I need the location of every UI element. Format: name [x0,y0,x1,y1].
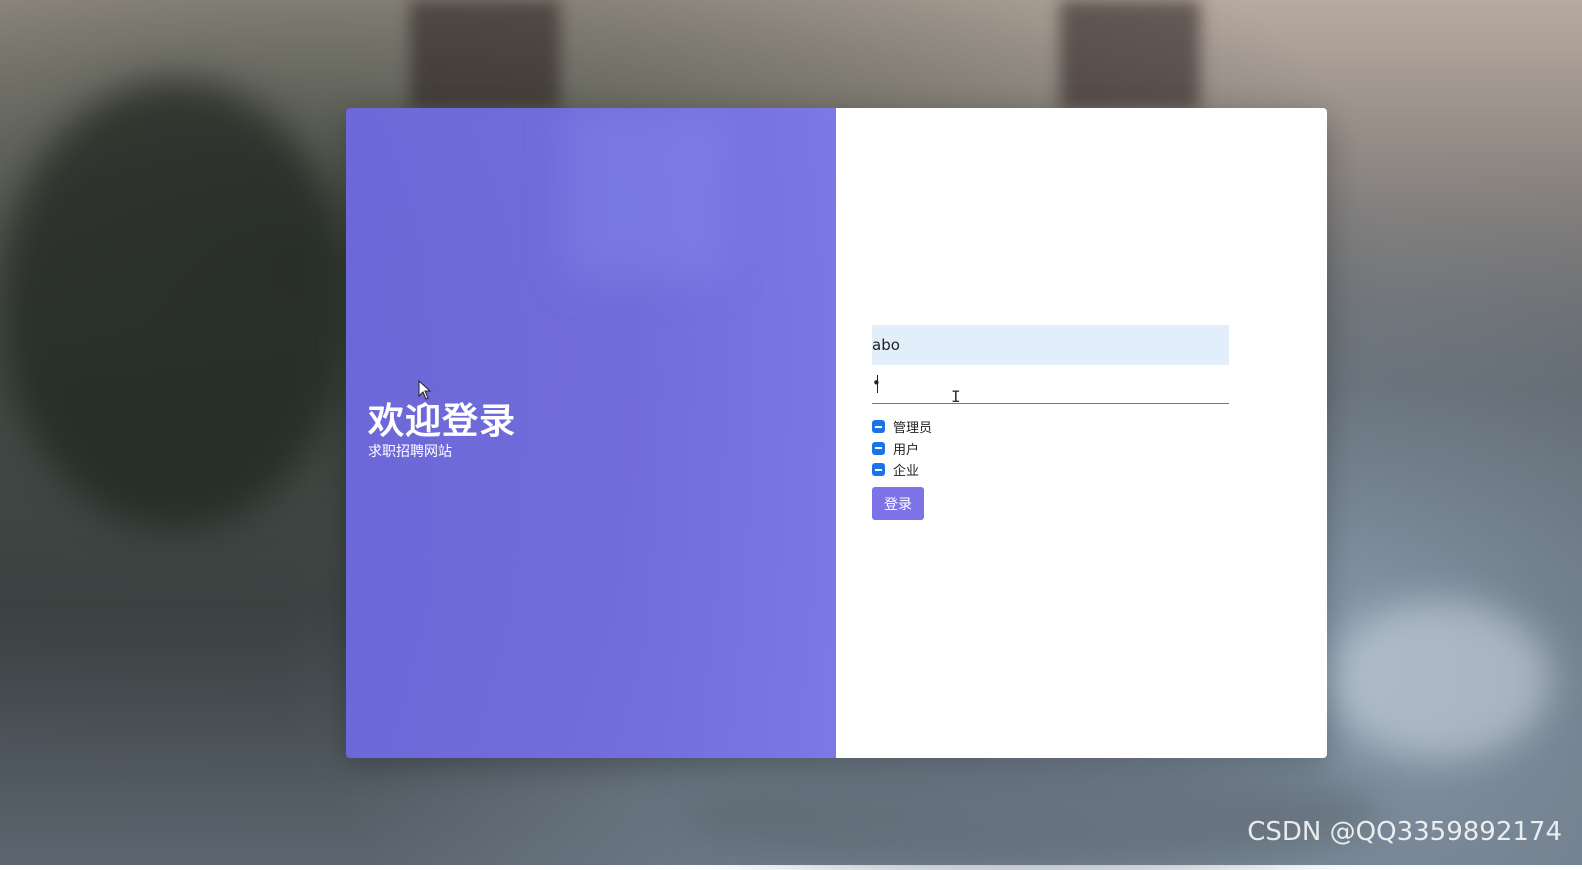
background-pillar-right [1060,0,1200,110]
role-option-company[interactable]: 企业 [872,459,932,481]
role-label: 管理员 [893,417,932,436]
text-caret [877,375,878,393]
welcome-title: 欢迎登录 [368,392,516,444]
login-form-panel: • I 管理员 用户 企业 登录 [836,108,1327,758]
role-label: 用户 [893,439,919,458]
login-card: 欢迎登录 求职招聘网站 • I 管理员 用户 企业 登录 [346,108,1327,758]
panel-sheen [566,108,726,278]
role-option-admin[interactable]: 管理员 [872,416,932,438]
background-blob [0,80,350,530]
background-blob [680,760,1380,870]
background-pillar-left [410,0,560,110]
login-button[interactable]: 登录 [872,487,924,520]
csdn-watermark: CSDN @QQ3359892174 [1247,817,1562,847]
mouse-pointer-icon [418,380,432,400]
checkbox-indeterminate-icon[interactable] [872,420,885,433]
welcome-panel: 欢迎登录 求职招聘网站 [346,108,836,758]
role-option-user[interactable]: 用户 [872,438,932,460]
role-options: 管理员 用户 企业 [872,416,932,481]
ibeam-cursor-icon: I [951,387,961,406]
background-blob [1330,600,1550,760]
site-subtitle: 求职招聘网站 [368,441,452,461]
username-input[interactable] [872,325,1229,365]
password-input[interactable] [872,370,1229,404]
checkbox-indeterminate-icon[interactable] [872,463,885,476]
checkbox-indeterminate-icon[interactable] [872,442,885,455]
role-label: 企业 [893,460,919,479]
